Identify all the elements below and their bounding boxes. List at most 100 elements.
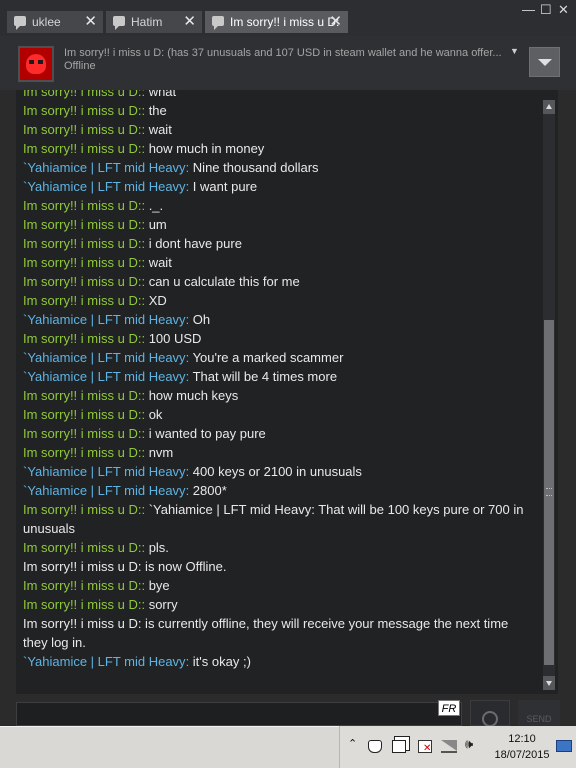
tab-im-sorry[interactable]: Im sorry!! i miss u D: ✕ xyxy=(205,11,348,33)
name-dropdown-caret-icon[interactable]: ▼ xyxy=(510,46,519,56)
message-separator: : xyxy=(141,217,149,232)
message-sender[interactable]: `Yahiamice | LFT mid Heavy xyxy=(23,350,186,365)
chat-message: `Yahiamice | LFT mid Heavy: it's okay ;) xyxy=(23,652,535,671)
chevron-down-icon xyxy=(538,59,552,66)
message-text: Nine thousand dollars xyxy=(192,160,319,175)
message-separator: : xyxy=(141,103,149,118)
message-sender[interactable]: Im sorry!! i miss u D: xyxy=(23,407,141,422)
message-separator: : xyxy=(141,90,149,99)
message-text: pls. xyxy=(148,540,169,555)
chat-log-area: Im sorry!! i miss u D:: what Im sorry!! i… xyxy=(16,90,558,694)
message-separator: : xyxy=(141,540,149,555)
chat-bubble-icon xyxy=(113,16,125,30)
message-input[interactable] xyxy=(16,702,462,726)
message-sender[interactable]: `Yahiamice | LFT mid Heavy xyxy=(23,312,186,327)
chat-options-button[interactable] xyxy=(529,47,560,77)
message-sender[interactable]: Im sorry!! i miss u D: xyxy=(23,445,141,460)
message-sender[interactable]: Im sorry!! i miss u D: xyxy=(23,90,141,99)
arrow-up-icon xyxy=(546,104,552,109)
scroll-up-button[interactable] xyxy=(543,100,555,114)
message-sender[interactable]: Im sorry!! i miss u D: xyxy=(23,274,141,289)
clock-time[interactable]: 12:10 xyxy=(500,733,544,745)
message-text: sorry xyxy=(148,597,178,612)
message-text: wait xyxy=(148,255,172,270)
maximize-button[interactable]: ☐ xyxy=(540,2,552,18)
volume-icon[interactable]: 🕪 xyxy=(465,736,479,751)
send-button[interactable]: SEND xyxy=(518,700,560,726)
chat-message: `Yahiamice | LFT mid Heavy: Nine thousan… xyxy=(23,158,535,177)
chat-bubble-icon xyxy=(14,16,26,30)
clock-date[interactable]: 18/07/2015 xyxy=(490,749,554,761)
message-text: how much in money xyxy=(148,141,265,156)
message-sender[interactable]: Im sorry!! i miss u D: xyxy=(23,540,141,555)
chat-message: Im sorry!! i miss u D: is now Offline. xyxy=(23,557,535,576)
close-tab-icon[interactable]: ✕ xyxy=(183,12,196,30)
tab-label: uklee xyxy=(32,15,61,29)
scroll-down-button[interactable] xyxy=(543,676,555,690)
message-sender[interactable]: Im sorry!! i miss u D: xyxy=(23,388,141,403)
close-tab-icon[interactable]: ✕ xyxy=(84,12,97,30)
minimize-button[interactable]: — xyxy=(522,2,535,17)
message-text: can u calculate this for me xyxy=(148,274,300,289)
message-separator: : xyxy=(141,331,149,346)
message-separator: : xyxy=(141,274,149,289)
message-sender[interactable]: Im sorry!! i miss u D: xyxy=(23,578,141,593)
message-separator: : xyxy=(141,255,149,270)
message-sender[interactable]: Im sorry!! i miss u D: xyxy=(23,597,141,612)
tab-hatim[interactable]: Hatim ✕ xyxy=(106,11,202,33)
message-separator: : xyxy=(185,179,193,194)
message-sender[interactable]: `Yahiamice | LFT mid Heavy xyxy=(23,160,186,175)
message-sender[interactable]: Im sorry!! i miss u D: xyxy=(23,426,141,441)
scroll-thumb[interactable] xyxy=(544,320,554,665)
message-sender[interactable]: `Yahiamice | LFT mid Heavy xyxy=(23,483,186,498)
message-text: it's okay ;) xyxy=(192,654,251,669)
message-sender[interactable]: Im sorry!! i miss u D: xyxy=(23,198,141,213)
chat-message: Im sorry!! i miss u D: is currently offl… xyxy=(23,614,535,652)
emoticon-button[interactable] xyxy=(470,700,510,727)
chat-message: Im sorry!! i miss u D:: 100 USD xyxy=(23,329,535,348)
chat-message: Im sorry!! i miss u D:: `Yahiamice | LFT… xyxy=(23,500,535,538)
message-sender[interactable]: Im sorry!! i miss u D: xyxy=(23,502,141,517)
network-signal-icon[interactable] xyxy=(441,740,457,753)
message-sender[interactable]: `Yahiamice | LFT mid Heavy xyxy=(23,654,186,669)
message-separator: : xyxy=(141,198,149,213)
message-separator: : xyxy=(141,426,149,441)
documents-icon[interactable] xyxy=(392,740,406,753)
message-text: Oh xyxy=(192,312,211,327)
chat-message: Im sorry!! i miss u D:: i dont have pure xyxy=(23,234,535,253)
message-sender[interactable]: Im sorry!! i miss u D: xyxy=(23,331,141,346)
show-desktop-icon[interactable] xyxy=(556,740,572,752)
message-text: 2800* xyxy=(192,483,227,498)
avatar[interactable] xyxy=(18,46,54,82)
message-separator: : xyxy=(185,350,193,365)
message-text: nvm xyxy=(148,445,174,460)
message-separator: : xyxy=(141,597,149,612)
message-text: That will be 4 times more xyxy=(192,369,338,384)
message-sender[interactable]: Im sorry!! i miss u D: xyxy=(23,103,141,118)
message-sender[interactable]: `Yahiamice | LFT mid Heavy xyxy=(23,464,186,479)
message-sender[interactable]: Im sorry!! i miss u D: xyxy=(23,122,141,137)
message-separator: : xyxy=(141,141,149,156)
message-sender[interactable]: Im sorry!! i miss u D: xyxy=(23,293,141,308)
message-sender[interactable]: Im sorry!! i miss u D: xyxy=(23,217,141,232)
message-sender[interactable]: Im sorry!! i miss u D: xyxy=(23,141,141,156)
language-indicator[interactable]: FR xyxy=(438,700,460,716)
message-separator: : xyxy=(141,388,149,403)
tab-bar: uklee ✕ Hatim ✕ Im sorry!! i miss u D: ✕… xyxy=(0,0,576,36)
touch-hand-icon[interactable] xyxy=(368,740,382,753)
chat-message: Im sorry!! i miss u D:: ok xyxy=(23,405,535,424)
message-sender[interactable]: `Yahiamice | LFT mid Heavy xyxy=(23,369,186,384)
close-window-button[interactable]: ✕ xyxy=(558,2,569,18)
message-sender[interactable]: `Yahiamice | LFT mid Heavy xyxy=(23,179,186,194)
tab-uklee[interactable]: uklee ✕ xyxy=(7,11,103,33)
message-sender[interactable]: Im sorry!! i miss u D: xyxy=(23,236,141,251)
show-hidden-icons-icon[interactable]: ⌃ xyxy=(348,737,362,750)
action-center-flag-icon[interactable] xyxy=(418,740,432,754)
chat-message: Im sorry!! i miss u D:: nvm xyxy=(23,443,535,462)
message-text: bye xyxy=(148,578,170,593)
close-tab-icon[interactable]: ✕ xyxy=(329,12,342,30)
chat-message: Im sorry!! i miss u D:: wait xyxy=(23,253,535,272)
chat-scrollbar[interactable] xyxy=(543,100,555,690)
message-text: um xyxy=(148,217,167,232)
message-sender[interactable]: Im sorry!! i miss u D: xyxy=(23,255,141,270)
